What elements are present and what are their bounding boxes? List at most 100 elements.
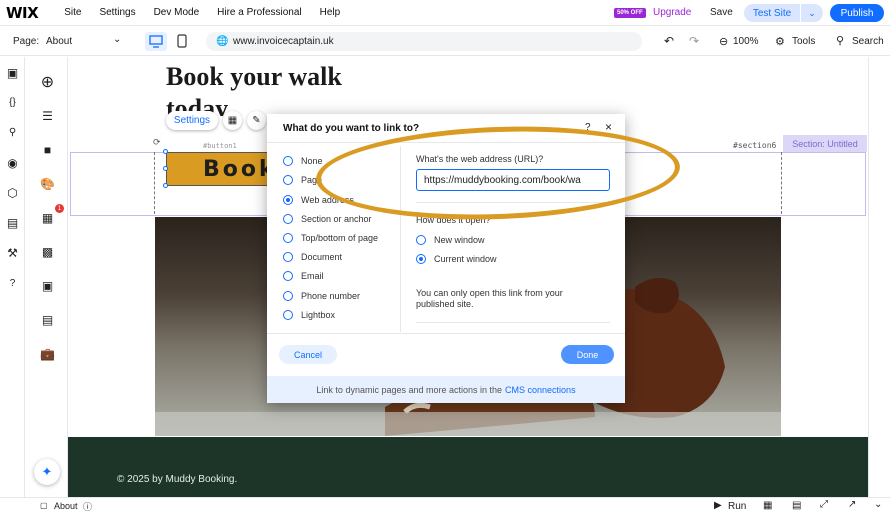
layout-icon[interactable]: ▦ <box>223 111 242 130</box>
done-button[interactable]: Done <box>561 345 614 364</box>
section-badge[interactable]: Section: Untitled <box>783 135 867 152</box>
open-external-icon[interactable]: ↗ <box>848 499 856 510</box>
media-icon[interactable]: ▣ <box>39 277 56 294</box>
globe-icon: 🌐 <box>216 36 229 47</box>
packages-icon[interactable]: ⬡ <box>4 184 21 201</box>
radio-top-bottom[interactable] <box>283 233 293 243</box>
github-icon[interactable]: ◉ <box>4 154 21 171</box>
expand-icon[interactable]: ⤢ <box>820 499 828 510</box>
radio-phone[interactable] <box>283 291 293 301</box>
open-new-window[interactable]: New window <box>416 235 485 245</box>
tools-icon[interactable]: ⚙ <box>775 35 785 48</box>
apps-icon[interactable]: ▦ <box>39 209 56 226</box>
rotate-icon[interactable]: ⟳ <box>153 137 161 148</box>
run-button[interactable]: Run <box>728 501 746 512</box>
menu-site[interactable]: Site <box>64 7 81 18</box>
resize-handle[interactable] <box>163 149 168 154</box>
business-apps-icon[interactable]: ▩ <box>39 243 56 260</box>
discount-badge: 50% OFF <box>614 8 646 18</box>
resize-handle[interactable] <box>163 183 168 188</box>
option-phone[interactable]: Phone number <box>283 291 360 301</box>
option-label: Document <box>301 252 343 262</box>
page-selector[interactable]: About <box>46 36 72 47</box>
tools-button[interactable]: Tools <box>792 36 815 47</box>
mobile-view-icon[interactable] <box>176 32 188 51</box>
zoom-level[interactable]: 100% <box>733 36 759 47</box>
site-footer[interactable] <box>68 437 868 497</box>
right-scroll-area <box>868 57 890 497</box>
sections-icon[interactable]: ☰ <box>39 107 56 124</box>
option-section-anchor[interactable]: Section or anchor <box>283 214 372 224</box>
cms-connections-link[interactable]: CMS connections <box>505 385 576 395</box>
ai-assistant-icon[interactable]: ✦ <box>34 459 60 485</box>
design-pen-icon[interactable]: ✎ <box>247 111 266 130</box>
zoom-out-icon[interactable]: ⊖ <box>719 35 728 48</box>
radio-none[interactable] <box>283 156 293 166</box>
portfolio-icon[interactable]: 💼 <box>39 345 56 362</box>
option-label: Email <box>301 271 324 281</box>
resize-handle[interactable] <box>163 166 168 171</box>
run-icon[interactable]: ▶ <box>714 500 722 511</box>
radio-new-window[interactable] <box>416 235 426 245</box>
cancel-button[interactable]: Cancel <box>279 345 337 364</box>
open-current-window[interactable]: Current window <box>416 254 497 264</box>
help-icon[interactable]: ? <box>4 275 21 292</box>
chevron-down-icon[interactable]: ⌄ <box>113 34 121 45</box>
page-heading[interactable]: Book your walk <box>166 62 342 92</box>
radio-current-window[interactable] <box>416 254 426 264</box>
code-icon[interactable]: {} <box>4 94 21 111</box>
option-email[interactable]: Email <box>283 271 324 281</box>
menu-hire-professional[interactable]: Hire a Professional <box>217 7 301 18</box>
save-button[interactable]: Save <box>710 7 733 18</box>
radio-lightbox[interactable] <box>283 310 293 320</box>
footer-copyright[interactable]: © 2025 by Muddy Booking. <box>117 474 237 485</box>
option-none[interactable]: None <box>283 156 323 166</box>
radio-page[interactable] <box>283 175 293 185</box>
publish-button[interactable]: Publish <box>830 4 884 22</box>
option-top-bottom[interactable]: Top/bottom of page <box>283 233 378 243</box>
upgrade-link[interactable]: Upgrade <box>653 7 691 18</box>
search-button[interactable]: Search <box>852 36 884 47</box>
option-page[interactable]: Page <box>283 175 322 185</box>
radio-document[interactable] <box>283 252 293 262</box>
settings-button[interactable]: Settings <box>166 111 218 130</box>
menu-settings[interactable]: Settings <box>99 7 135 18</box>
help-icon[interactable]: ? <box>585 122 591 133</box>
pages-icon[interactable]: ▣ <box>4 64 21 81</box>
close-icon[interactable]: × <box>605 120 612 134</box>
search-icon[interactable]: ⚲ <box>4 124 21 141</box>
radio-email[interactable] <box>283 271 293 281</box>
test-site-button[interactable]: Test Site <box>744 4 800 22</box>
menu-help[interactable]: Help <box>320 7 341 18</box>
radio-web-address[interactable] <box>283 195 293 205</box>
undo-icon[interactable]: ↶ <box>664 34 674 48</box>
site-design-icon[interactable]: 🎨 <box>39 175 56 192</box>
add-elements-icon[interactable]: ⊕ <box>39 73 56 91</box>
info-icon[interactable]: ⓘ <box>83 500 92 513</box>
redo-icon[interactable]: ↷ <box>689 34 699 48</box>
menu-dev-mode[interactable]: Dev Mode <box>154 7 200 18</box>
section-id-label: #section6 <box>733 141 777 150</box>
cms-icon[interactable]: ▤ <box>39 311 56 328</box>
element-id-label: #button1 <box>203 142 237 150</box>
option-document[interactable]: Document <box>283 252 342 262</box>
book-button[interactable]: Book <box>166 152 270 186</box>
minimize-icon[interactable]: ⌄ <box>874 499 882 510</box>
chevron-down-icon[interactable]: ⌄ <box>801 4 823 22</box>
layout-toggle-icon[interactable]: ▦ <box>763 500 772 511</box>
split-view-icon[interactable]: ▤ <box>792 500 801 511</box>
option-label: Section or anchor <box>301 214 372 224</box>
url-input[interactable]: https://muddybooking.com/book/wa <box>416 169 610 191</box>
wix-logo[interactable]: WIX <box>6 4 39 22</box>
desktop-view-icon[interactable] <box>145 32 167 51</box>
pages-menu-icon[interactable]: ■ <box>39 141 56 158</box>
api-icon[interactable]: ⚒ <box>4 244 21 261</box>
bottom-page-name[interactable]: About <box>54 501 78 511</box>
option-web-address[interactable]: Web address <box>283 195 354 205</box>
database-icon[interactable]: ▤ <box>4 214 21 231</box>
option-lightbox[interactable]: Lightbox <box>283 310 335 320</box>
search-icon[interactable]: ⚲ <box>836 34 844 47</box>
link-dialog: What do you want to link to? ? × None Pa… <box>267 114 625 403</box>
site-url-bar[interactable]: 🌐 www.invoicecaptain.uk <box>206 32 642 51</box>
radio-section-anchor[interactable] <box>283 214 293 224</box>
